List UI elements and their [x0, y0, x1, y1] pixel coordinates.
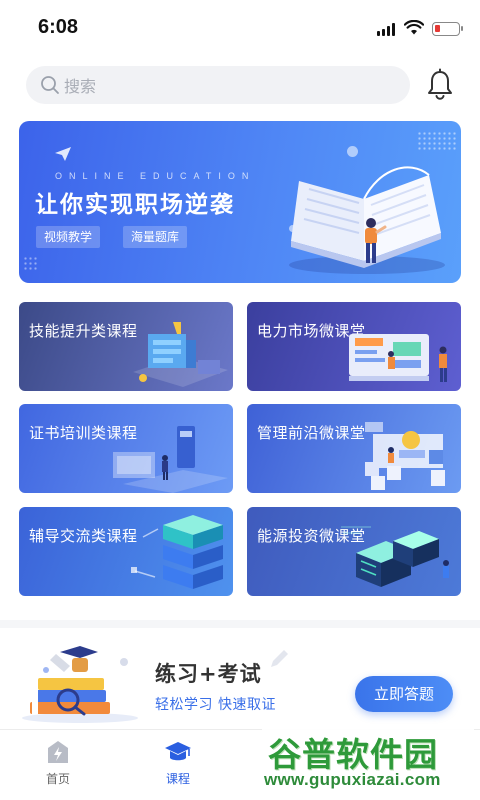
promo-banner[interactable]: ONLINE EDUCATION 让你实现职场逆袭 视频教学 海量题库: [19, 121, 461, 283]
banner-subtitle: ONLINE EDUCATION: [55, 171, 256, 181]
wifi-icon: [404, 20, 424, 35]
tab-home[interactable]: 首页: [23, 738, 93, 787]
dashboard-illustration: [349, 334, 447, 382]
battery-level: [435, 25, 440, 32]
start-answering-button[interactable]: 立即答题: [355, 676, 453, 712]
watermark-url: www.gupuxiazai.com: [264, 770, 441, 789]
banner-tag: 视频教学: [36, 226, 101, 248]
course-card-certificate[interactable]: 证书培训类课程: [19, 404, 233, 493]
signal-icon: [377, 23, 395, 36]
banner-tag: 海量题库: [123, 226, 188, 248]
search-placeholder: 搜索: [64, 77, 97, 96]
graduation-cap-icon: [165, 742, 191, 761]
server-illustration: [131, 515, 223, 589]
battery-icon: [432, 22, 463, 36]
pencil-icon: [271, 650, 288, 667]
banner-title: 让你实现职场逆袭: [35, 192, 235, 218]
status-bar: 6:08: [0, 0, 480, 56]
practice-title: 练习+考试: [155, 662, 262, 686]
course-card-tutoring[interactable]: 辅导交流类课程: [19, 507, 233, 596]
tab-course[interactable]: 课程: [143, 738, 213, 787]
books-illustration: [22, 646, 138, 723]
practice-subtitle: 轻松学习 快速取证: [155, 697, 276, 713]
course-card-energy-investment[interactable]: 能源投资微课堂: [247, 507, 461, 596]
paper-plane-icon: [55, 147, 71, 161]
watermark: 谷普软件园 www.gupuxiazai.com: [262, 726, 474, 800]
app-screen: 6:08 搜索 ONLINE EDUCATION 让你实现职场逆袭 视频教学 海…: [0, 0, 480, 800]
watermark-title: 谷普软件园: [268, 735, 438, 774]
tab-label: 首页: [45, 772, 70, 786]
section-divider: [0, 620, 480, 628]
home-icon: [48, 741, 68, 763]
course-card-power-market[interactable]: 电力市场微课堂: [247, 302, 461, 391]
podium-illustration: [365, 422, 445, 490]
building-blocks-illustration: [133, 322, 228, 387]
status-time: 6:08: [38, 16, 79, 38]
search-icon: [41, 76, 59, 94]
bell-icon[interactable]: [425, 68, 455, 102]
course-card-management[interactable]: 管理前沿微课堂: [247, 404, 461, 493]
screen-illustration: [113, 426, 228, 493]
open-book-illustration: [289, 166, 445, 274]
course-card-skill[interactable]: 技能提升类课程: [19, 302, 233, 391]
data-center-illustration: [341, 526, 449, 587]
decoration-dots: [23, 256, 39, 272]
tab-label: 课程: [165, 772, 190, 786]
search-input[interactable]: 搜索: [26, 66, 410, 104]
